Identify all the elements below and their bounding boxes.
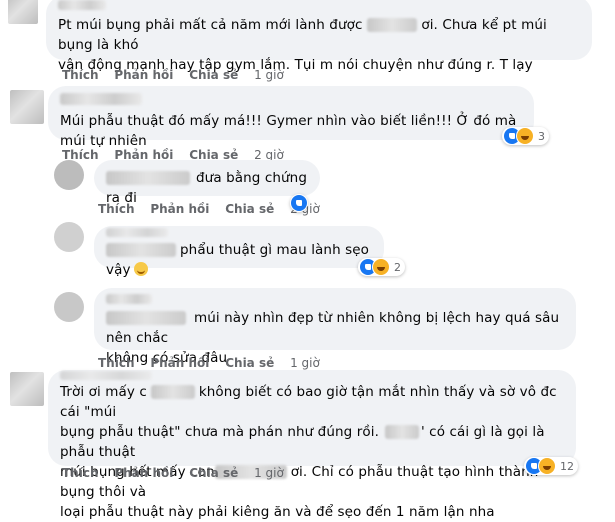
- smile-emoji-icon: [133, 262, 148, 276]
- redacted-text: [384, 425, 419, 439]
- commenter-name-blurred[interactable]: [60, 371, 152, 380]
- avatar[interactable]: [10, 90, 44, 124]
- comment-actions: Thích Phản hồi Chia sẻ 1 giờ: [98, 356, 320, 370]
- timestamp[interactable]: 1 giờ: [254, 68, 284, 82]
- like-link[interactable]: Thích: [62, 466, 99, 480]
- comment-bubble: phẩu thuật gì mau lành sẹo vậy: [94, 226, 384, 278]
- haha-icon: [516, 127, 534, 145]
- reaction-count: 3: [538, 129, 545, 143]
- comment-actions: Thích Phản hồi Chia sẻ 1 giờ: [62, 68, 284, 82]
- comment-bubble: Trời ơi mấy c không biết có bao giờ tận m…: [48, 370, 576, 520]
- avatar[interactable]: [54, 292, 84, 322]
- share-link[interactable]: Chia sẻ: [189, 68, 238, 82]
- avatar[interactable]: [8, 0, 38, 24]
- comment-text: loại phẫu thuật này phải kiêng ăn và để …: [60, 504, 495, 520]
- redacted-name[interactable]: [106, 311, 186, 325]
- commenter-name-blurred[interactable]: [58, 0, 106, 10]
- share-link[interactable]: Chia sẻ: [225, 356, 274, 370]
- reply-link[interactable]: Phản hồi: [114, 466, 173, 480]
- comment-bubble: Múi phẫu thuật đó mấy má!!! Gymer nhìn v…: [48, 86, 534, 149]
- redacted-name[interactable]: [106, 243, 176, 257]
- comment-text: múi này nhìn đẹp từ nhiên không bị lệch …: [106, 310, 560, 346]
- timestamp[interactable]: 1 giờ: [254, 466, 284, 480]
- like-link[interactable]: Thích: [98, 356, 135, 370]
- comment-text: phẩu thuật gì mau lành sẹo vậy: [106, 242, 370, 278]
- avatar[interactable]: [10, 372, 44, 406]
- share-link[interactable]: Chia sẻ: [189, 466, 238, 480]
- comment-actions: Thích Phản hồi Chia sẻ 1 giờ: [62, 466, 284, 480]
- reply-link[interactable]: Phản hồi: [150, 356, 209, 370]
- comment-text: Múi phẫu thuật đó mấy má!!! Gymer nhìn v…: [60, 113, 517, 149]
- commenter-name-blurred[interactable]: [60, 93, 142, 105]
- redacted-name[interactable]: [106, 171, 190, 185]
- reaction-summary[interactable]: 12: [524, 457, 578, 475]
- avatar[interactable]: [54, 222, 84, 252]
- haha-icon: [538, 457, 556, 475]
- reply-link[interactable]: Phản hồi: [114, 68, 173, 82]
- like-icon: [291, 195, 307, 211]
- redacted-text: [150, 385, 195, 399]
- like-link[interactable]: Thích: [98, 202, 135, 216]
- commenter-name-blurred[interactable]: [106, 228, 168, 237]
- reaction-summary[interactable]: [290, 194, 308, 212]
- reaction-summary[interactable]: 2: [358, 258, 405, 276]
- like-link[interactable]: Thích: [62, 68, 99, 82]
- haha-icon: [372, 258, 390, 276]
- comment-actions: Thích Phản hồi Chia sẻ 2 giờ: [98, 202, 320, 216]
- share-link[interactable]: Chia sẻ: [225, 202, 274, 216]
- reaction-summary[interactable]: 3: [502, 127, 549, 145]
- comment-bubble: đưa bằng chứng ra đi: [94, 160, 320, 206]
- timestamp[interactable]: 1 giờ: [290, 356, 320, 370]
- redacted-text: [366, 18, 417, 32]
- reaction-count: 12: [560, 459, 574, 473]
- reaction-count: 2: [394, 260, 401, 274]
- comment-text: Trời ơi mấy c không biết có bao giờ tận m…: [60, 384, 557, 420]
- comment-bubble: Pt múi bụng phải mất cả năm mới lành đượ…: [46, 0, 592, 73]
- avatar[interactable]: [54, 160, 84, 190]
- reply-link[interactable]: Phản hồi: [150, 202, 209, 216]
- comment-text: Pt múi bụng phải mất cả năm mới lành đượ…: [58, 17, 547, 53]
- commenter-name-blurred[interactable]: [106, 294, 152, 304]
- comment-text: bụng phẫu thuật" chưa mà phán như đúng r…: [60, 424, 545, 460]
- comment-bubble: múi này nhìn đẹp từ nhiên không bị lệch …: [94, 288, 576, 366]
